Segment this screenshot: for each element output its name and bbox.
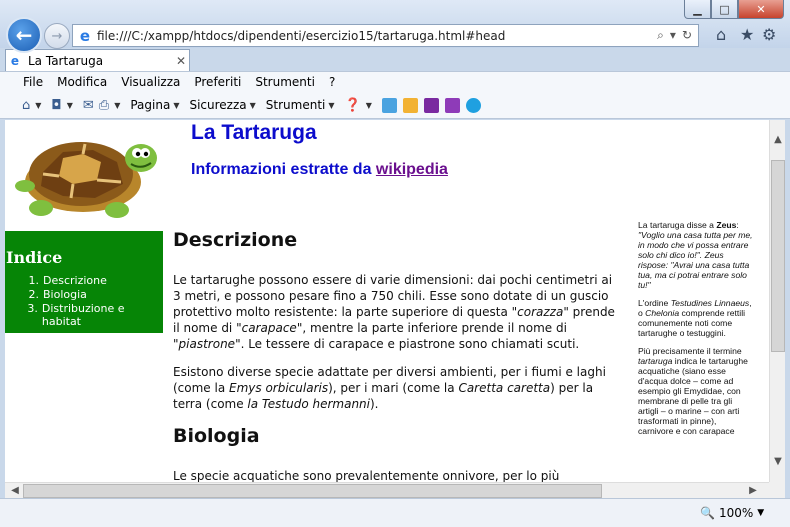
- index-item-label[interactable]: Biologia: [43, 288, 87, 301]
- page-title: La Tartaruga: [191, 121, 317, 144]
- chevron-down-icon[interactable]: ▼: [757, 508, 764, 518]
- menu-pagina[interactable]: Pagina: [130, 98, 170, 112]
- index-list: 1. Descrizione 2. Biologia 3. Distribuzione…: [5, 274, 163, 328]
- turtle-image: [15, 142, 157, 218]
- zoom-icon: 🔍: [700, 506, 715, 520]
- dropdown-icon[interactable]: ▾: [670, 28, 676, 43]
- address-bar[interactable]: e file:///C:/xampp/htdocs/dipendenti/ese…: [72, 24, 699, 47]
- main-content: Descrizione Le tartarughe possono essere…: [173, 228, 618, 482]
- wikipedia-link[interactable]: wikipedia: [376, 161, 448, 178]
- scroll-up-icon[interactable]: ▲: [770, 132, 786, 148]
- tab-label: La Tartaruga: [28, 53, 104, 68]
- forward-button[interactable]: →: [44, 23, 70, 49]
- command-bar: ⌂ ▼ ◘ ▼ ✉ ⎙ ▼ Pagina ▼ Sicurezza ▼ Strumenti ▼…: [0, 92, 790, 119]
- gear-icon[interactable]: ⚙: [762, 25, 776, 44]
- menu-strumenti[interactable]: Strumenti: [255, 75, 315, 89]
- close-tab-icon[interactable]: ✕: [173, 54, 189, 68]
- vertical-scrollbar[interactable]: ▲ ▼: [769, 120, 785, 482]
- search-icon[interactable]: ⌕: [657, 28, 664, 43]
- index-number: 2.: [28, 288, 40, 301]
- page-viewport: La Tartaruga Informazioni estratte da wi…: [5, 120, 769, 482]
- skype-icon[interactable]: [465, 97, 481, 113]
- menu-strumenti-cmd[interactable]: Strumenti: [266, 98, 326, 112]
- section-descrizione-title: Descrizione: [173, 229, 298, 251]
- rss-feed-icon[interactable]: ◘: [51, 98, 61, 113]
- scroll-right-icon[interactable]: ▶: [745, 483, 761, 499]
- mail-icon[interactable]: ✉: [83, 98, 94, 113]
- favorites-star-icon[interactable]: ★: [740, 25, 754, 44]
- descrizione-paragraph-1: Le tartarughe possono essere di varie di…: [173, 273, 615, 351]
- index-heading: Indice: [6, 248, 63, 267]
- subtitle-text: Informazioni estratte da: [191, 161, 376, 178]
- onenote-icon[interactable]: [423, 97, 439, 113]
- ie-page-icon: e: [79, 26, 91, 45]
- zoom-level: 100%: [718, 506, 754, 520]
- messenger-icon[interactable]: [381, 97, 397, 113]
- ie-tab-icon: e: [10, 53, 20, 68]
- window-controls: ▁ □ ✕: [684, 0, 784, 19]
- horizontal-scroll-thumb[interactable]: [23, 484, 602, 498]
- vertical-scroll-thumb[interactable]: [771, 160, 785, 352]
- menu-sicurezza[interactable]: Sicurezza: [189, 98, 246, 112]
- chevron-down-icon[interactable]: ▼: [250, 101, 256, 110]
- minimize-button[interactable]: ▁: [684, 0, 711, 19]
- zoom-control[interactable]: 🔍 100% ▼: [700, 506, 764, 520]
- print-icon[interactable]: ⎙: [99, 98, 109, 113]
- page-subtitle: Informazioni estratte da wikipedia: [191, 161, 448, 179]
- menu-modifica[interactable]: Modifica: [57, 75, 107, 89]
- chevron-down-icon[interactable]: ▼: [35, 101, 41, 110]
- scroll-down-icon[interactable]: ▼: [770, 454, 786, 470]
- status-bar: 🔍 100% ▼: [0, 498, 790, 527]
- chevron-down-icon[interactable]: ▼: [173, 101, 179, 110]
- side-notes: La tartaruga disse a Zeus: "Voglio una c…: [638, 220, 754, 444]
- side-note-ordine: L'ordine Testudines Linnaeus, o Chelonia…: [638, 298, 752, 338]
- chevron-down-icon[interactable]: ▼: [328, 101, 334, 110]
- chevron-down-icon[interactable]: ▼: [67, 101, 73, 110]
- index-item-biologia[interactable]: 2. Biologia: [5, 288, 163, 301]
- tab-strip: e La Tartaruga ✕: [0, 48, 790, 71]
- back-arrow-icon: ←: [15, 23, 33, 47]
- side-note-zeus: La tartaruga disse a Zeus: "Voglio una c…: [638, 220, 753, 290]
- menu-bar: File Modifica Visualizza Preferiti Strum…: [0, 71, 790, 92]
- section-biologia-title: Biologia: [173, 425, 260, 447]
- biologia-paragraph-1: Le specie acquatiche sono prevalentement…: [173, 469, 560, 482]
- tab-la-tartaruga[interactable]: e La Tartaruga ✕: [5, 49, 190, 71]
- maximize-button[interactable]: □: [711, 0, 738, 19]
- help-icon[interactable]: ❓: [345, 98, 361, 113]
- index-item-descrizione[interactable]: 1. Descrizione: [5, 274, 163, 287]
- index-number: 1.: [28, 274, 40, 287]
- index-number: 3.: [27, 302, 38, 315]
- home-icon[interactable]: ⌂: [716, 25, 726, 44]
- chevron-down-icon[interactable]: ▼: [366, 101, 372, 110]
- horizontal-scrollbar[interactable]: ◀ ▶: [5, 482, 769, 498]
- side-note-termine: Più precisamente il termine tartaruga in…: [638, 346, 748, 436]
- close-window-button[interactable]: ✕: [738, 0, 784, 19]
- home-cmd-icon[interactable]: ⌂: [22, 98, 30, 113]
- menu-help[interactable]: ?: [329, 75, 335, 89]
- menu-file[interactable]: File: [23, 75, 43, 89]
- descrizione-paragraph-2: Esistono diverse specie adattate per div…: [173, 365, 606, 411]
- index-item-distribuzione[interactable]: 3. Distribuzione e habitat: [5, 302, 163, 328]
- menu-preferiti[interactable]: Preferiti: [194, 75, 241, 89]
- scroll-corner: [769, 482, 785, 498]
- scroll-left-icon[interactable]: ◀: [7, 483, 23, 499]
- forward-arrow-icon: →: [51, 28, 63, 44]
- onenote-send-icon[interactable]: [444, 97, 460, 113]
- refresh-icon[interactable]: ↻: [682, 28, 692, 43]
- index-box: Indice 1. Descrizione 2. Biologia 3. Distri…: [5, 231, 163, 333]
- back-button[interactable]: ←: [6, 17, 42, 53]
- index-item-label[interactable]: Descrizione: [43, 274, 107, 287]
- menu-visualizza[interactable]: Visualizza: [121, 75, 180, 89]
- address-url[interactable]: file:///C:/xampp/htdocs/dipendenti/eserc…: [97, 29, 657, 43]
- chevron-down-icon[interactable]: ▼: [114, 101, 120, 110]
- index-item-label[interactable]: Distribuzione e habitat: [42, 302, 163, 328]
- java-icon[interactable]: [402, 97, 418, 113]
